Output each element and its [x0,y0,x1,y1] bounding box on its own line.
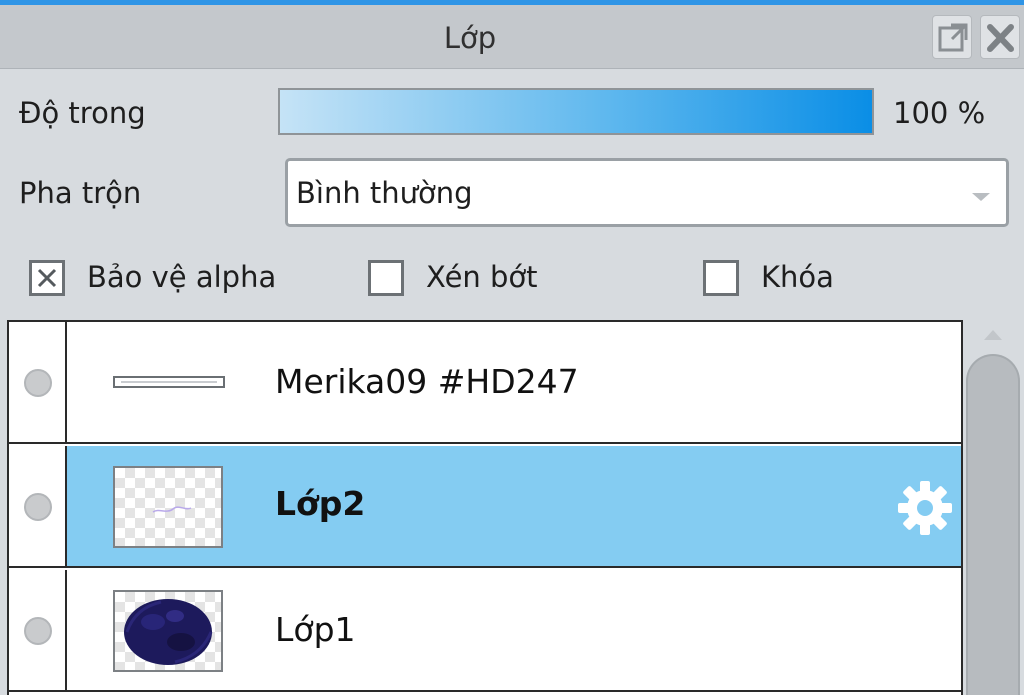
gear-icon[interactable] [895,478,955,538]
close-icon [987,24,1014,52]
blend-mode-select[interactable]: Bình thường [285,158,1009,227]
border-thumbnail [113,374,225,388]
protect-alpha-checkbox[interactable] [29,260,65,296]
blend-mode-label: Pha trộn [19,176,142,210]
layer-row-selected[interactable]: Lớp2 [9,446,961,568]
visibility-toggle-icon[interactable] [24,617,52,645]
panel-title: Lớp [443,21,497,55]
scroll-up-arrow-icon[interactable] [982,328,1004,342]
undock-button[interactable] [932,15,972,59]
transparent-thumbnail [113,466,223,548]
visibility-toggle-icon[interactable] [24,369,52,397]
layer-list-scrollbar[interactable] [965,320,1024,695]
scrollbar-thumb[interactable] [966,354,1020,695]
layer-list: Merika09 #HD247 Lớp2 Lớp1 [7,320,963,695]
visibility-column [9,446,67,566]
close-button[interactable] [980,15,1020,59]
undock-icon [938,23,968,52]
opacity-slider-fill [280,90,872,133]
opacity-slider[interactable] [278,88,874,135]
blend-mode-value: Bình thường [296,176,473,210]
scribble-thumbnail [113,590,223,672]
check-mark-icon [37,268,57,288]
layer-name: Lớp1 [275,610,356,649]
opacity-value: 100 % [893,96,986,130]
clip-checkbox[interactable] [368,260,404,296]
lock-label: Khóa [761,260,834,294]
visibility-toggle-icon[interactable] [24,493,52,521]
layer-name: Lớp2 [275,484,366,523]
chevron-down-icon [972,193,990,201]
layer-row[interactable]: Lớp1 [9,570,961,692]
protect-alpha-label: Bảo vệ alpha [87,260,277,294]
panel-titlebar[interactable]: Lớp [0,5,1024,69]
clip-label: Xén bớt [426,260,538,294]
visibility-column [9,570,67,690]
opacity-label: Độ trong [19,96,146,130]
visibility-column [9,322,67,442]
lock-checkbox[interactable] [703,260,739,296]
layer-row[interactable]: Merika09 #HD247 [9,322,961,444]
layer-name: Merika09 #HD247 [275,362,579,401]
